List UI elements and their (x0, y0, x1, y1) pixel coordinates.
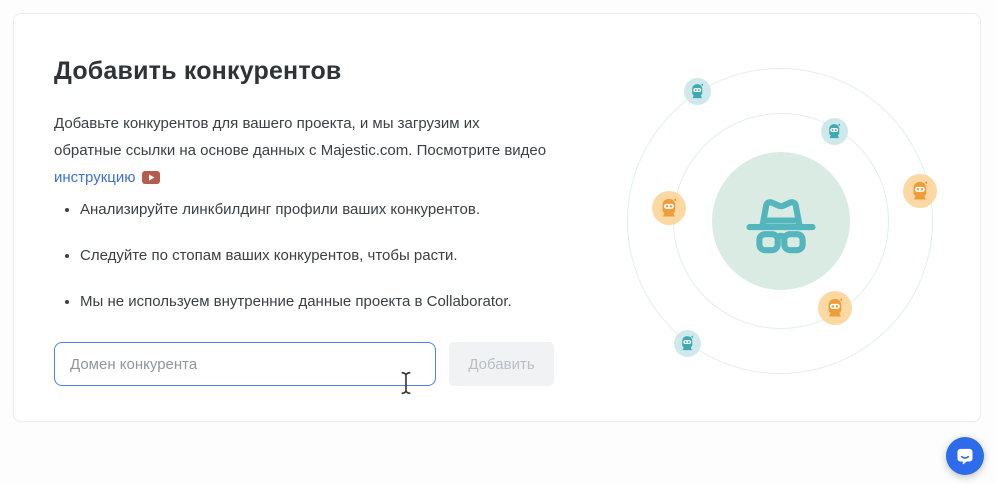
robot-avatar-icon (684, 78, 711, 105)
competitor-domain-input[interactable] (54, 342, 436, 386)
add-competitor-button[interactable]: Добавить (449, 342, 554, 386)
chat-launcher-button[interactable] (946, 437, 984, 475)
description-line-2: обратные ссылки на основе данных с Majes… (54, 137, 584, 164)
youtube-icon[interactable] (142, 166, 160, 193)
description-line-1: Добавьте конкурентов для вашего проекта,… (54, 110, 584, 137)
incognito-circle (712, 152, 850, 290)
video-instruction-link[interactable]: инструкцию (54, 169, 136, 186)
robot-avatar-icon (821, 118, 848, 145)
robot-avatar-icon (652, 191, 686, 225)
page-title: Добавить конкурентов (54, 56, 342, 86)
robot-avatar-icon (818, 291, 852, 325)
robot-avatar-icon (674, 330, 701, 357)
chat-bubble-icon (954, 445, 976, 467)
bullet-item: Мы не используем внутренние данные проек… (80, 290, 594, 314)
add-competitors-card: Добавить конкурентов Добавьте конкуренто… (13, 13, 981, 422)
description-line-3: инструкцию (54, 164, 584, 193)
incognito-spy-icon (734, 174, 828, 268)
bullet-item: Следуйте по стопам ваших конкурентов, чт… (80, 244, 594, 268)
bullet-list: Анализируйте линкбилдинг профили ваших к… (54, 198, 594, 336)
bullet-item: Анализируйте линкбилдинг профили ваших к… (80, 198, 594, 222)
page: { "card": { "title": "Добавить конкурент… (0, 0, 996, 484)
description: Добавьте конкурентов для вашего проекта,… (54, 110, 584, 193)
robot-avatar-icon (903, 174, 937, 208)
